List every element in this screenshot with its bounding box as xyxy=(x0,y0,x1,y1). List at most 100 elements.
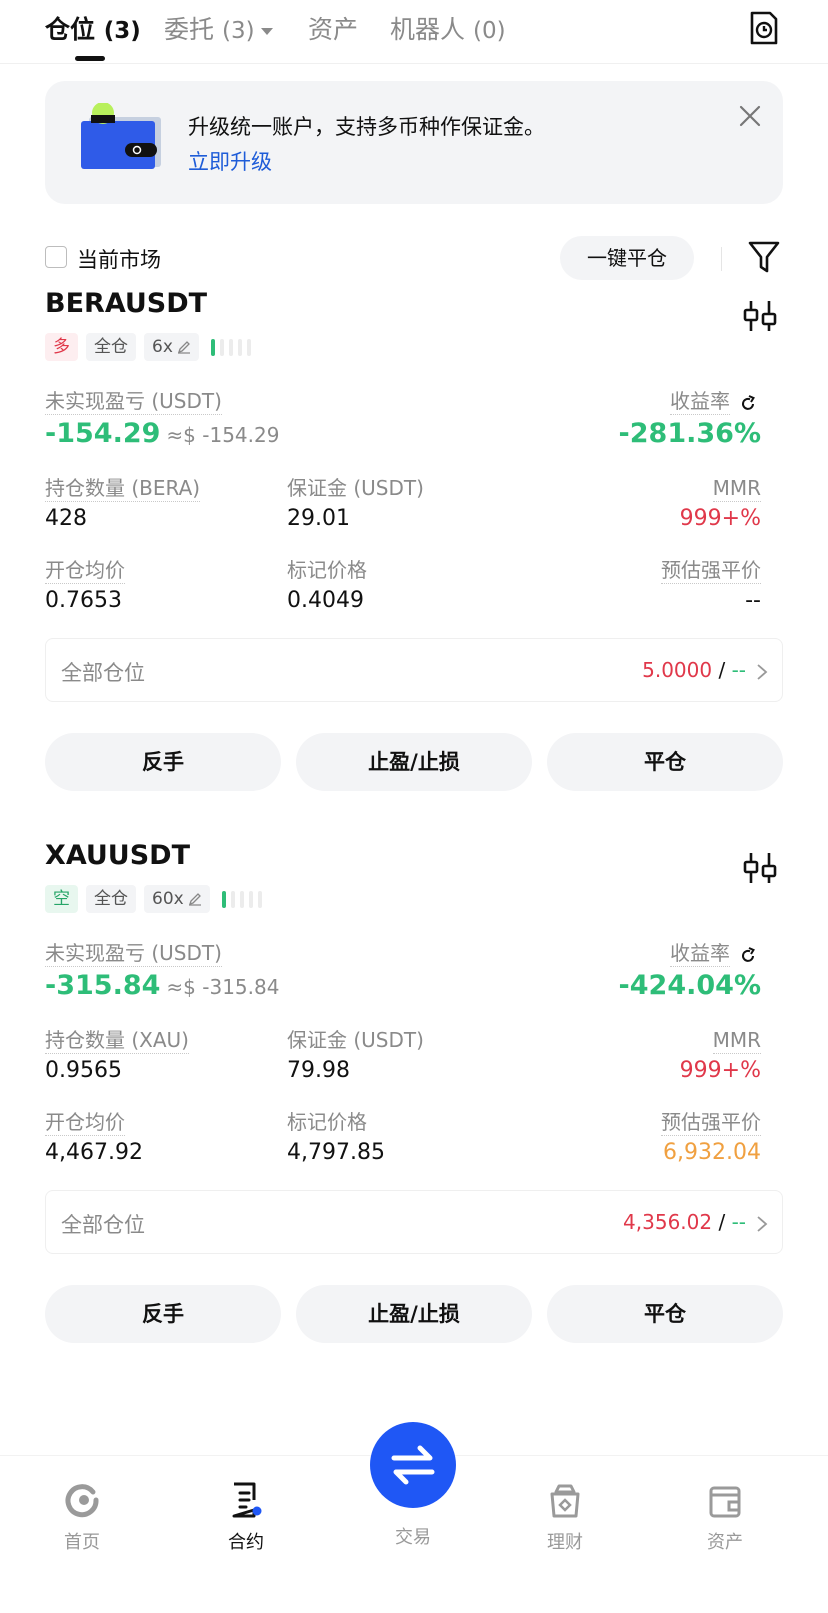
leverage-badge[interactable]: 6x xyxy=(144,333,199,361)
tab-orders-count: (3) xyxy=(221,18,255,44)
mmr-value: 999+% xyxy=(679,1058,761,1083)
entry-price-value: 4,467.92 xyxy=(45,1140,143,1165)
nav-trade-label: 交易 xyxy=(395,1527,431,1548)
current-market-label[interactable]: 当前市场 xyxy=(77,244,161,274)
liq-price-label: 预估强平价 xyxy=(661,1110,761,1136)
edit-icon xyxy=(177,341,190,354)
all-positions-row[interactable]: 全部仓位 5.0000 / -- xyxy=(45,638,783,702)
swap-arrows-icon xyxy=(391,1445,435,1485)
margin-value: 79.98 xyxy=(287,1058,350,1083)
position-qty-label: 持仓数量 (BERA) xyxy=(45,476,201,502)
wallet-illustration-icon xyxy=(81,103,161,169)
chevron-down-icon xyxy=(260,27,273,35)
close-icon[interactable] xyxy=(735,101,765,131)
nav-contract-label: 合约 xyxy=(228,1532,264,1553)
position-badges: 多 全仓 6x xyxy=(45,333,251,361)
banner-message: 升级统一账户，支持多币种作保证金。 xyxy=(188,115,545,139)
mark-price-value: 0.4049 xyxy=(287,588,364,613)
entry-price-label: 开仓均价 xyxy=(45,1110,125,1136)
entry-price-value: 0.7653 xyxy=(45,588,122,613)
mmr-value: 999+% xyxy=(679,506,761,531)
unrealized-pnl-value: -154.29 ≈$ -154.29 xyxy=(45,418,279,449)
tab-bots-label: 机器人 xyxy=(390,15,466,44)
roe-label: 收益率 xyxy=(670,389,730,415)
liq-price-value: -- xyxy=(745,588,761,613)
all-positions-placeholder: -- xyxy=(731,1210,746,1234)
margin-mode-badge: 全仓 xyxy=(86,885,136,913)
tab-positions[interactable]: 仓位 (3) xyxy=(45,10,141,46)
divider xyxy=(721,247,722,271)
nav-assets-label: 资产 xyxy=(707,1532,743,1553)
trade-button[interactable] xyxy=(370,1422,456,1508)
tab-orders-label: 委托 xyxy=(164,15,215,44)
position-actions: 反手 止盈/止损 平仓 xyxy=(45,733,783,791)
tab-assets[interactable]: 资产 xyxy=(308,10,358,46)
margin-label: 保证金 (USDT) xyxy=(287,476,424,500)
all-positions-amount: 5.0000 xyxy=(642,658,713,682)
top-tabs: 仓位 (3) 委托 (3) 资产 机器人 (0) xyxy=(0,0,828,64)
margin-value: 29.01 xyxy=(287,506,350,531)
mmr-label: MMR xyxy=(712,476,761,502)
adl-indicator xyxy=(210,338,251,356)
leverage-value: 6x xyxy=(152,337,173,357)
nav-assets[interactable]: 资产 xyxy=(665,1466,785,1554)
edit-icon xyxy=(188,893,201,906)
position-qty-value: 0.9565 xyxy=(45,1058,122,1083)
position-symbol[interactable]: BERAUSDT xyxy=(45,288,207,319)
position-actions: 反手 止盈/止损 平仓 xyxy=(45,1285,783,1343)
adjust-icon[interactable] xyxy=(742,850,778,886)
filter-icon[interactable] xyxy=(747,238,781,276)
liq-price-value: 6,932.04 xyxy=(663,1140,761,1165)
nav-home[interactable]: 首页 xyxy=(22,1466,142,1554)
tpsl-button[interactable]: 止盈/止损 xyxy=(296,733,532,791)
leverage-badge[interactable]: 60x xyxy=(144,885,210,913)
reverse-button[interactable]: 反手 xyxy=(45,733,281,791)
chevron-right-icon xyxy=(757,664,768,680)
close-position-button[interactable]: 平仓 xyxy=(547,1285,783,1343)
reverse-button[interactable]: 反手 xyxy=(45,1285,281,1343)
mmr-label: MMR xyxy=(712,1028,761,1054)
tab-assets-label: 资产 xyxy=(308,15,359,44)
tab-orders[interactable]: 委托 (3) xyxy=(164,10,273,46)
history-icon[interactable] xyxy=(748,10,780,46)
position-qty-value: 428 xyxy=(45,506,87,531)
entry-price-label: 开仓均价 xyxy=(45,558,125,584)
margin-label: 保证金 (USDT) xyxy=(287,1028,424,1052)
tpsl-button[interactable]: 止盈/止损 xyxy=(296,1285,532,1343)
close-position-button[interactable]: 平仓 xyxy=(547,733,783,791)
adjust-icon[interactable] xyxy=(742,298,778,334)
refresh-icon[interactable] xyxy=(738,946,758,966)
home-icon xyxy=(65,1484,99,1518)
current-market-checkbox[interactable] xyxy=(45,246,67,268)
nav-earn-label: 理财 xyxy=(547,1532,583,1553)
close-all-button[interactable]: 一键平仓 xyxy=(560,236,694,280)
refresh-icon[interactable] xyxy=(738,394,758,414)
tab-bots[interactable]: 机器人 (0) xyxy=(390,10,506,46)
filter-row: 当前市场 一键平仓 xyxy=(45,236,785,284)
position-symbol[interactable]: XAUUSDT xyxy=(45,840,190,871)
tab-positions-count: (3) xyxy=(103,18,141,44)
nav-home-label: 首页 xyxy=(64,1532,100,1553)
mark-price-label: 标记价格 xyxy=(287,1110,367,1134)
pnl-amount: -315.84 xyxy=(45,970,161,1001)
all-positions-amount: 4,356.02 xyxy=(623,1210,713,1234)
nav-contract[interactable]: 合约 xyxy=(186,1466,306,1554)
upgrade-now-link[interactable]: 立即升级 xyxy=(188,146,272,176)
separator: / xyxy=(712,658,732,682)
upgrade-banner: 升级统一账户，支持多币种作保证金。 立即升级 xyxy=(45,81,783,204)
position-badges: 空 全仓 60x xyxy=(45,885,262,913)
unrealized-pnl-value: -315.84 ≈$ -315.84 xyxy=(45,970,279,1001)
chevron-right-icon xyxy=(757,1216,768,1232)
nav-earn[interactable]: 理财 xyxy=(505,1466,625,1554)
margin-mode-badge: 全仓 xyxy=(86,333,136,361)
all-positions-placeholder: -- xyxy=(731,658,746,682)
all-positions-row[interactable]: 全部仓位 4,356.02 / -- xyxy=(45,1190,783,1254)
adl-indicator xyxy=(221,890,262,908)
roe-label: 收益率 xyxy=(670,941,730,967)
unrealized-pnl-label: 未实现盈亏 (USDT) xyxy=(45,389,222,415)
mark-price-label: 标记价格 xyxy=(287,558,367,582)
all-positions-value: 5.0000 / -- xyxy=(642,658,746,682)
roe-value: -424.04% xyxy=(618,970,761,1001)
active-tab-indicator xyxy=(75,56,105,61)
all-positions-value: 4,356.02 / -- xyxy=(623,1210,746,1234)
